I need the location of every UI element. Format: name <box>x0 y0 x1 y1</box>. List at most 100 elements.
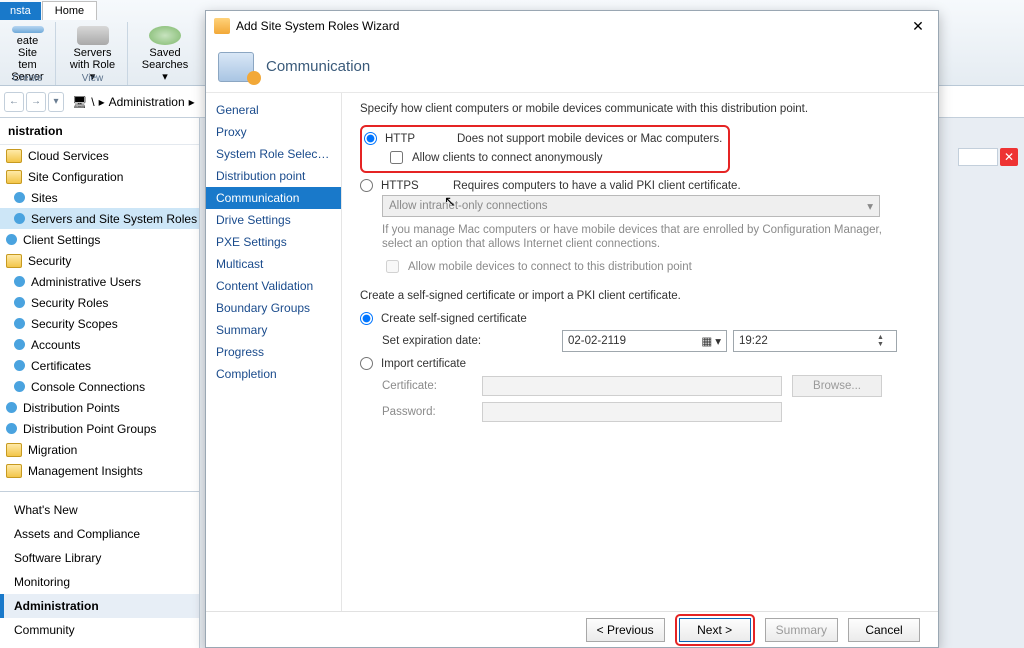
wizard-steps: GeneralProxySystem Role SelectionDistrib… <box>206 93 342 611</box>
back-button[interactable]: ← <box>4 92 24 112</box>
wunderbar: What's NewAssets and ComplianceSoftware … <box>0 491 199 648</box>
breadcrumb-root-icon: 🖥 <box>72 95 87 109</box>
tree-item[interactable]: Servers and Site System Roles <box>0 208 199 229</box>
wizard-step[interactable]: PXE Settings <box>206 231 341 253</box>
tree-item[interactable]: Migration <box>0 439 199 460</box>
close-icon[interactable]: ✕ <box>906 16 930 36</box>
clear-search-icon[interactable]: ✕ <box>1000 148 1018 166</box>
wizard-step[interactable]: Completion <box>206 363 341 385</box>
tree-item[interactable]: Security Roles <box>0 292 199 313</box>
tree-item[interactable]: Security Scopes <box>0 313 199 334</box>
wizard-step[interactable]: Summary <box>206 319 341 341</box>
wizard-step[interactable]: Boundary Groups <box>206 297 341 319</box>
node-icon <box>14 318 25 329</box>
https-note: Requires computers to have a valid PKI c… <box>453 180 741 192</box>
next-highlight-ring: Next > <box>675 614 755 646</box>
wizard-step[interactable]: Content Validation <box>206 275 341 297</box>
previous-button[interactable]: < Previous <box>586 618 665 642</box>
node-icon <box>6 423 17 434</box>
tree-item[interactable]: Cloud Services <box>0 145 199 166</box>
banner-title: Communication <box>266 58 370 75</box>
nav-header: nistration <box>0 118 199 145</box>
wizard-icon <box>214 18 230 34</box>
wunderbar-item[interactable]: Community <box>0 618 199 642</box>
left-nav: nistration Cloud ServicesSite Configurat… <box>0 118 200 648</box>
certificate-label: Certificate: <box>382 380 482 392</box>
next-button[interactable]: Next > <box>679 618 751 642</box>
ribbon-saved-searches[interactable]: SavedSearches ▾ <box>130 22 200 85</box>
wunderbar-item[interactable]: Software Library <box>0 546 199 570</box>
node-icon <box>14 360 25 371</box>
allow-anonymous-label: Allow clients to connect anonymously <box>412 152 603 164</box>
password-label: Password: <box>382 406 482 418</box>
wizard-step[interactable]: Distribution point <box>206 165 341 187</box>
chevron-down-icon[interactable]: ▾ <box>715 334 721 348</box>
tree-item[interactable]: Security <box>0 250 199 271</box>
node-icon <box>6 234 17 245</box>
node-icon <box>14 297 25 308</box>
https-radio[interactable] <box>360 179 373 192</box>
expiration-label: Set expiration date: <box>382 335 562 347</box>
folder-icon <box>6 254 22 268</box>
ribbon-create-group[interactable]: eate Sitetem Server Create <box>0 22 56 85</box>
folder-icon <box>6 464 22 478</box>
allow-mobile-checkbox <box>386 260 399 273</box>
calendar-icon[interactable]: ▦ <box>701 334 712 348</box>
intranet-dropdown: Allow intranet-only connections▾ <box>382 195 880 217</box>
instruction-text: Specify how client computers or mobile d… <box>360 103 920 115</box>
wizard-step[interactable]: General <box>206 99 341 121</box>
wizard-banner: Communication <box>206 41 938 93</box>
wizard-step[interactable]: Progress <box>206 341 341 363</box>
create-cert-radio[interactable] <box>360 312 373 325</box>
node-icon <box>6 402 17 413</box>
wunderbar-item[interactable]: Monitoring <box>0 570 199 594</box>
folder-icon <box>6 443 22 457</box>
https-label: HTTPS <box>381 180 445 192</box>
create-site-server-icon <box>12 26 44 33</box>
wizard-dialog: Add Site System Roles Wizard ✕ Communica… <box>205 10 939 648</box>
tree-item[interactable]: Sites <box>0 187 199 208</box>
http-radio[interactable] <box>364 132 377 145</box>
wunderbar-item[interactable]: What's New <box>0 498 199 522</box>
ribbon-group-label: View <box>82 73 104 84</box>
cancel-button[interactable]: Cancel <box>848 618 920 642</box>
search-remnant: ✕ <box>958 148 1018 166</box>
wunderbar-item[interactable]: Administration <box>0 594 199 618</box>
time-spinner[interactable]: ▲▼ <box>877 334 891 348</box>
tree-item[interactable]: Console Connections <box>0 376 199 397</box>
breadcrumb-segment[interactable]: Administration <box>109 95 185 109</box>
tree-item[interactable]: Client Settings <box>0 229 199 250</box>
tree-item[interactable]: Distribution Point Groups <box>0 418 199 439</box>
allow-anonymous-checkbox[interactable] <box>390 151 403 164</box>
ribbon-servers-group[interactable]: Serverswith Role ▾ View <box>58 22 128 85</box>
wizard-step[interactable]: Drive Settings <box>206 209 341 231</box>
tree-item[interactable]: Site Configuration <box>0 166 199 187</box>
home-tab[interactable]: Home <box>42 1 97 20</box>
node-icon <box>14 339 25 350</box>
folder-icon <box>6 149 22 163</box>
certificate-field <box>482 376 782 396</box>
tree-item[interactable]: Accounts <box>0 334 199 355</box>
tree-item[interactable]: Distribution Points <box>0 397 199 418</box>
chevron-down-icon: ▾ <box>867 199 873 213</box>
forward-button[interactable]: → <box>26 92 46 112</box>
search-dropdown[interactable] <box>958 148 998 166</box>
history-dropdown[interactable]: ▾ <box>48 92 64 112</box>
wizard-titlebar: Add Site System Roles Wizard ✕ <box>206 11 938 41</box>
servers-icon <box>77 26 109 45</box>
http-label: HTTP <box>385 133 449 145</box>
import-cert-radio[interactable] <box>360 357 373 370</box>
summary-button: Summary <box>765 618 838 642</box>
wunderbar-item[interactable]: Assets and Compliance <box>0 522 199 546</box>
wizard-step[interactable]: Proxy <box>206 121 341 143</box>
expiration-date-input[interactable]: 02-02-2119 ▦▾ <box>562 330 727 352</box>
file-tab[interactable]: nsta <box>0 2 41 20</box>
tree-item[interactable]: Certificates <box>0 355 199 376</box>
tree-item[interactable]: Management Insights <box>0 460 199 481</box>
expiration-time-input[interactable]: 19:22 ▲▼ <box>733 330 897 352</box>
create-cert-label: Create self-signed certificate <box>381 313 527 325</box>
wizard-step[interactable]: Communication <box>206 187 341 209</box>
wizard-step[interactable]: System Role Selection <box>206 143 341 165</box>
tree-item[interactable]: Administrative Users <box>0 271 199 292</box>
wizard-step[interactable]: Multicast <box>206 253 341 275</box>
